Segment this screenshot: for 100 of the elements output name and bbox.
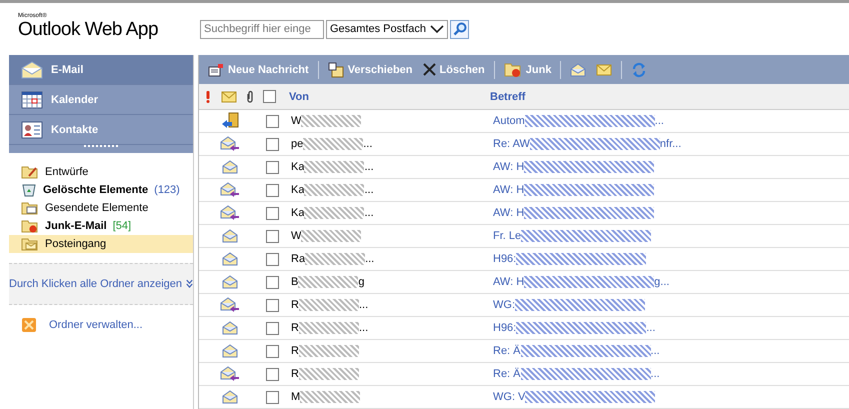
message-row[interactable]: W Fr. Le bbox=[199, 225, 849, 248]
subject-text: H96: bbox=[493, 322, 516, 334]
folder-item[interactable]: Gesendete Elemente bbox=[9, 199, 193, 217]
message-row[interactable]: M WG: V bbox=[199, 386, 849, 409]
redaction-mark bbox=[305, 253, 366, 265]
sender-text: pe bbox=[291, 138, 304, 150]
open-envelope-icon bbox=[222, 321, 238, 335]
row-checkbox[interactable] bbox=[266, 160, 279, 174]
from-column-header[interactable]: Von bbox=[289, 90, 309, 102]
sender-text: W bbox=[291, 115, 302, 127]
row-checkbox[interactable] bbox=[266, 276, 279, 288]
message-row[interactable]: Ka ... AW: H bbox=[199, 179, 849, 202]
sender-text-tail: ... bbox=[364, 184, 374, 196]
redaction-mark bbox=[304, 161, 364, 173]
redaction-mark bbox=[301, 115, 362, 127]
open-envelope-icon bbox=[222, 275, 238, 289]
replied-envelope-icon bbox=[220, 205, 240, 221]
message-row[interactable]: B g AW: H g... bbox=[199, 271, 849, 294]
calendar-icon bbox=[21, 90, 43, 108]
envelope-icon bbox=[21, 60, 43, 78]
sender-text-tail: ... bbox=[364, 161, 374, 173]
replied-envelope-icon bbox=[220, 366, 240, 382]
contact-card-icon bbox=[21, 120, 43, 138]
document-arrow-icon bbox=[220, 112, 240, 130]
row-checkbox[interactable] bbox=[266, 252, 279, 266]
row-checkbox[interactable] bbox=[266, 114, 279, 128]
chevron-icon bbox=[430, 24, 444, 34]
sender-text: Ka bbox=[291, 161, 304, 173]
show-all-folders-link[interactable]: Durch Klicken alle Ordner anzeigen bbox=[9, 263, 193, 305]
sender-text: Ka bbox=[291, 184, 304, 196]
paperclip-icon bbox=[246, 90, 254, 103]
message-row[interactable]: R Re: Ä ... bbox=[199, 340, 849, 363]
row-checkbox[interactable] bbox=[266, 322, 279, 334]
importance-icon bbox=[206, 90, 210, 102]
sender-text: W bbox=[291, 230, 302, 242]
subject-text: AW: H bbox=[493, 207, 524, 219]
row-checkbox[interactable] bbox=[266, 206, 279, 220]
open-envelope-icon bbox=[222, 160, 238, 174]
subject-text: AW: H bbox=[493, 161, 524, 173]
manage-folders-link[interactable]: Ordner verwalten... bbox=[49, 319, 143, 331]
message-row[interactable]: pe ... Re: AW nfr... bbox=[199, 133, 849, 156]
envelope-icon bbox=[221, 90, 237, 102]
redaction-mark bbox=[303, 138, 364, 150]
message-row[interactable]: R ... H96: ... bbox=[199, 317, 849, 340]
message-row[interactable]: W Autom ... bbox=[199, 110, 849, 133]
row-checkbox[interactable] bbox=[266, 390, 279, 404]
subject-text: WG: bbox=[493, 299, 515, 311]
redaction-mark bbox=[300, 391, 360, 403]
junk-folder-icon bbox=[21, 219, 39, 233]
folder-item[interactable]: Junk-E-Mail [54] bbox=[9, 217, 193, 235]
open-envelope-icon bbox=[222, 252, 238, 266]
app-logo-text: Outlook Web App bbox=[18, 20, 160, 40]
subject-text-tail: g... bbox=[654, 276, 670, 288]
folder-item[interactable]: Posteingang bbox=[9, 235, 193, 253]
sender-text: B bbox=[291, 276, 298, 288]
message-row[interactable]: Ra ... H96: bbox=[199, 248, 849, 271]
nav-tab[interactable]: E-Mail bbox=[9, 55, 193, 85]
message-row[interactable]: Ka ... AW: H bbox=[199, 202, 849, 225]
subject-text: H96: bbox=[493, 253, 516, 265]
row-checkbox[interactable] bbox=[266, 344, 279, 358]
subject-text-tail: ... bbox=[654, 115, 664, 127]
subject-text-tail: ... bbox=[646, 322, 656, 334]
folder-item[interactable]: Gelöschte Elemente (123) bbox=[9, 181, 193, 199]
sender-text-tail: ... bbox=[358, 299, 368, 311]
message-row[interactable]: R Re: Ä ... bbox=[199, 363, 849, 386]
folder-icon bbox=[21, 237, 39, 251]
row-checkbox[interactable] bbox=[266, 298, 279, 312]
folder-item[interactable]: Entwürfe bbox=[9, 163, 193, 181]
sender-text: R bbox=[291, 299, 299, 311]
row-checkbox[interactable] bbox=[266, 230, 279, 242]
refresh-icon bbox=[631, 62, 648, 78]
sender-text: Ra bbox=[291, 253, 306, 265]
double-chevron-icon bbox=[186, 278, 193, 290]
subject-text-tail: ... bbox=[650, 345, 660, 357]
redaction-mark bbox=[298, 368, 359, 380]
subject-text: AW: H bbox=[493, 184, 524, 196]
row-checkbox[interactable] bbox=[266, 184, 279, 196]
sender-text: R bbox=[291, 345, 299, 357]
subject-column-header[interactable]: Betreff bbox=[490, 90, 526, 102]
select-all-checkbox[interactable] bbox=[263, 90, 276, 103]
envelope-icon bbox=[596, 64, 612, 76]
subject-text: Autom bbox=[493, 115, 525, 127]
item-count: (123) bbox=[154, 184, 180, 196]
folder-icon bbox=[21, 201, 39, 215]
replied-envelope-icon bbox=[220, 136, 240, 152]
row-checkbox[interactable] bbox=[266, 138, 279, 150]
message-row[interactable]: Ka ... AW: H bbox=[199, 156, 849, 179]
x-icon bbox=[422, 63, 436, 76]
subject-text: AW: H bbox=[493, 276, 524, 288]
folder-settings-icon bbox=[21, 317, 37, 333]
new-message-icon bbox=[208, 62, 224, 76]
row-checkbox[interactable] bbox=[266, 368, 279, 380]
message-row[interactable]: R ... WG: bbox=[199, 294, 849, 317]
search-button[interactable] bbox=[450, 20, 469, 38]
scope-dropdown[interactable]: Gesamtes Postfach bbox=[326, 20, 448, 38]
search-field[interactable]: Suchbegriff hier einge bbox=[200, 20, 324, 38]
subject-text-tail: ... bbox=[650, 368, 660, 380]
subject-text: Re: AW bbox=[493, 138, 530, 150]
subject-text: Re: Ä bbox=[493, 345, 521, 357]
sender-text-tail: ... bbox=[365, 253, 374, 265]
